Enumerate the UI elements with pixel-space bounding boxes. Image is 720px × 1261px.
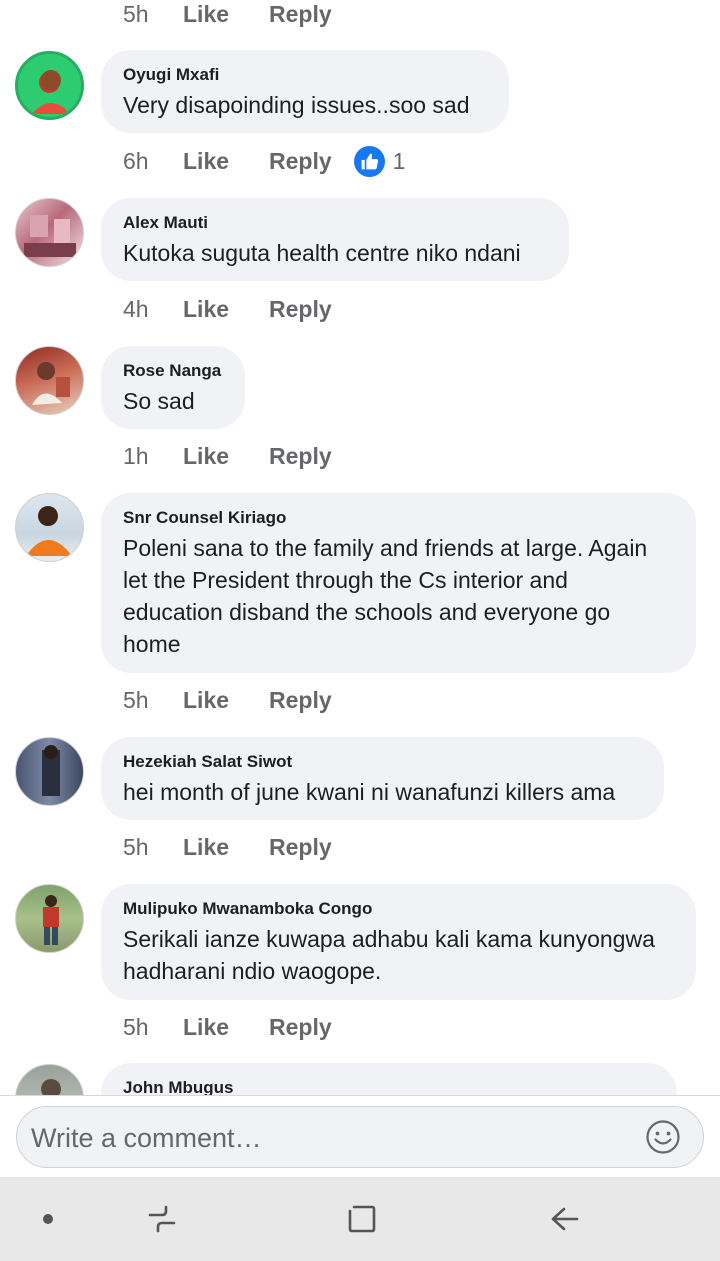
comment-author[interactable]: Alex Mauti [123, 212, 547, 234]
comment-bubble[interactable]: Oyugi Mxafi Very disapoinding issues..so… [101, 50, 509, 133]
system-navigation-bar [0, 1177, 720, 1261]
comment-text: So sad [123, 388, 195, 414]
dot-icon[interactable] [26, 1197, 70, 1241]
comment-text-line: education disband the schools and everyo… [123, 599, 611, 625]
comment-time: 6h [123, 147, 149, 174]
comment-author[interactable]: Hezekiah Salat Siwot [123, 751, 642, 773]
like-button[interactable]: Like [183, 1, 229, 28]
avatar[interactable] [15, 1064, 84, 1095]
like-button[interactable]: Like [183, 296, 229, 323]
comment-input[interactable] [29, 1115, 633, 1161]
avatar[interactable] [15, 493, 84, 562]
recent-apps-icon[interactable] [140, 1197, 184, 1241]
comment-text: Serikali ianze kuwapa adhabu kali kama k… [123, 923, 674, 987]
like-button[interactable]: Like [183, 148, 229, 175]
comment-time: 4h [123, 295, 149, 322]
comment-text-line: hadharani ndio waogope. [123, 958, 382, 984]
comments-feed[interactable]: 5h Like Reply Oyugi Mxafi Very disapoind… [0, 0, 720, 1095]
comment-actions: 4h Like Reply [123, 292, 372, 326]
reaction-count: 1 [392, 147, 406, 174]
comment-composer[interactable] [16, 1106, 704, 1168]
comment-actions: 5h Like Reply [123, 0, 372, 31]
back-icon[interactable] [542, 1197, 586, 1241]
comment-actions: 6h Like Reply 1 [123, 144, 405, 178]
comment-bubble[interactable]: Snr Counsel Kiriago Poleni sana to the f… [101, 493, 696, 673]
comment-bubble[interactable]: Mulipuko Mwanamboka Congo Serikali ianze… [101, 884, 696, 1000]
reply-button[interactable]: Reply [269, 834, 332, 861]
reply-button[interactable]: Reply [269, 687, 332, 714]
comment-bubble[interactable]: John Mbugus [101, 1063, 677, 1095]
comment-text: Very disapoinding issues..soo sad [123, 92, 470, 118]
comment-text-line: Poleni sana to the family and friends at… [123, 535, 648, 561]
like-button[interactable]: Like [183, 443, 229, 470]
comment-author[interactable]: Rose Nanga [123, 360, 223, 382]
comment-bubble[interactable]: Rose Nanga So sad [101, 346, 245, 429]
comment-actions: 5h Like Reply [123, 683, 372, 717]
comment-text-line: home [123, 631, 181, 657]
smiley-icon[interactable] [645, 1119, 681, 1155]
comment-actions: 5h Like Reply [123, 830, 372, 864]
comment-text-line: let the President through the Cs interio… [123, 567, 568, 593]
comment-author[interactable]: Snr Counsel Kiriago [123, 507, 674, 529]
avatar[interactable] [15, 884, 84, 953]
comment-time: 5h [123, 686, 149, 713]
reply-button[interactable]: Reply [269, 1014, 332, 1041]
reply-button[interactable]: Reply [269, 148, 332, 175]
comment-author[interactable]: Oyugi Mxafi [123, 64, 487, 86]
reaction-summary[interactable]: 1 [353, 145, 406, 177]
reply-button[interactable]: Reply [269, 443, 332, 470]
like-button[interactable]: Like [183, 687, 229, 714]
avatar[interactable] [15, 198, 84, 267]
reply-button[interactable]: Reply [269, 1, 332, 28]
comment-time: 1h [123, 442, 149, 469]
comment-actions: 5h Like Reply [123, 1010, 372, 1044]
comment-time: 5h [123, 0, 149, 27]
comment-text: Kutoka suguta health centre niko ndani [123, 240, 521, 266]
comment-composer-bar [0, 1095, 720, 1177]
comment-bubble[interactable]: Hezekiah Salat Siwot hei month of june k… [101, 737, 664, 820]
avatar[interactable] [15, 51, 84, 120]
like-button[interactable]: Like [183, 1014, 229, 1041]
home-icon[interactable] [340, 1197, 384, 1241]
avatar[interactable] [15, 737, 84, 806]
like-button[interactable]: Like [183, 834, 229, 861]
reply-button[interactable]: Reply [269, 296, 332, 323]
comment-text: hei month of june kwani ni wanafunzi kil… [123, 779, 616, 805]
comment-bubble[interactable]: Alex Mauti Kutoka suguta health centre n… [101, 198, 569, 281]
avatar[interactable] [15, 346, 84, 415]
comment-text: Poleni sana to the family and friends at… [123, 532, 674, 660]
comment-time: 5h [123, 833, 149, 860]
comment-actions: 1h Like Reply [123, 439, 372, 473]
comment-author[interactable]: John Mbugus [123, 1077, 655, 1095]
comment-time: 5h [123, 1013, 149, 1040]
like-icon [353, 145, 385, 177]
comment-author[interactable]: Mulipuko Mwanamboka Congo [123, 898, 674, 920]
comment-text-line: Serikali ianze kuwapa adhabu kali kama k… [123, 926, 655, 952]
